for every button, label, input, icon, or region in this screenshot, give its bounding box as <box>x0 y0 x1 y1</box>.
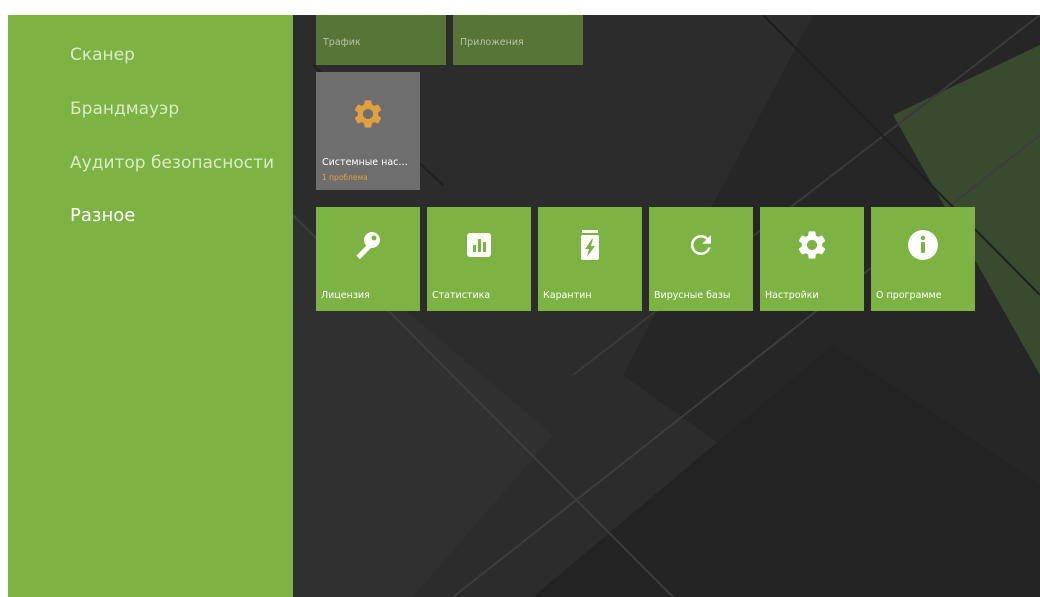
settings-tile[interactable]: Настройки <box>760 207 864 311</box>
license-tile[interactable]: Лицензия <box>316 207 420 311</box>
sidebar-item-firewall[interactable]: Брандмауэр <box>70 99 179 119</box>
system-settings-problem-count: 1 проблема <box>322 173 368 182</box>
about-tile-label: О программе <box>876 290 942 301</box>
sidebar-item-security-auditor[interactable]: Аудитор безопасности <box>70 153 274 173</box>
sidebar: Сканер Брандмауэр Аудитор безопасности Р… <box>8 15 293 597</box>
sidebar-item-scanner[interactable]: Сканер <box>70 45 135 65</box>
statistics-tile-label: Статистика <box>432 290 491 301</box>
virus-databases-tile-label: Вирусные базы <box>654 290 731 301</box>
bar-chart-icon <box>427 225 531 265</box>
statistics-tile[interactable]: Статистика <box>427 207 531 311</box>
virus-databases-tile[interactable]: Вирусные базы <box>649 207 753 311</box>
refresh-icon <box>649 225 753 265</box>
system-settings-tile[interactable]: Системные нас… 1 проблема <box>316 72 420 190</box>
sidebar-item-misc[interactable]: Разное <box>70 205 135 226</box>
quarantine-tile[interactable]: Карантин <box>538 207 642 311</box>
license-tile-label: Лицензия <box>321 290 370 301</box>
app-window: Сканер Брандмауэр Аудитор безопасности Р… <box>8 15 1040 597</box>
traffic-tile[interactable]: Трафик <box>316 15 446 65</box>
traffic-tile-label: Трафик <box>323 37 361 48</box>
main-content: Трафик Приложения Системные нас… 1 пробл… <box>293 15 1040 597</box>
settings-tile-label: Настройки <box>765 290 819 301</box>
quarantine-tile-label: Карантин <box>543 290 592 301</box>
quarantine-jar-icon <box>538 225 642 265</box>
system-settings-tile-label: Системные нас… <box>322 157 408 168</box>
about-tile[interactable]: О программе <box>871 207 975 311</box>
gear-icon <box>316 96 420 132</box>
gear-icon <box>760 225 864 265</box>
info-icon <box>871 225 975 265</box>
applications-tile[interactable]: Приложения <box>453 15 583 65</box>
applications-tile-label: Приложения <box>460 37 524 48</box>
key-icon <box>316 225 420 265</box>
